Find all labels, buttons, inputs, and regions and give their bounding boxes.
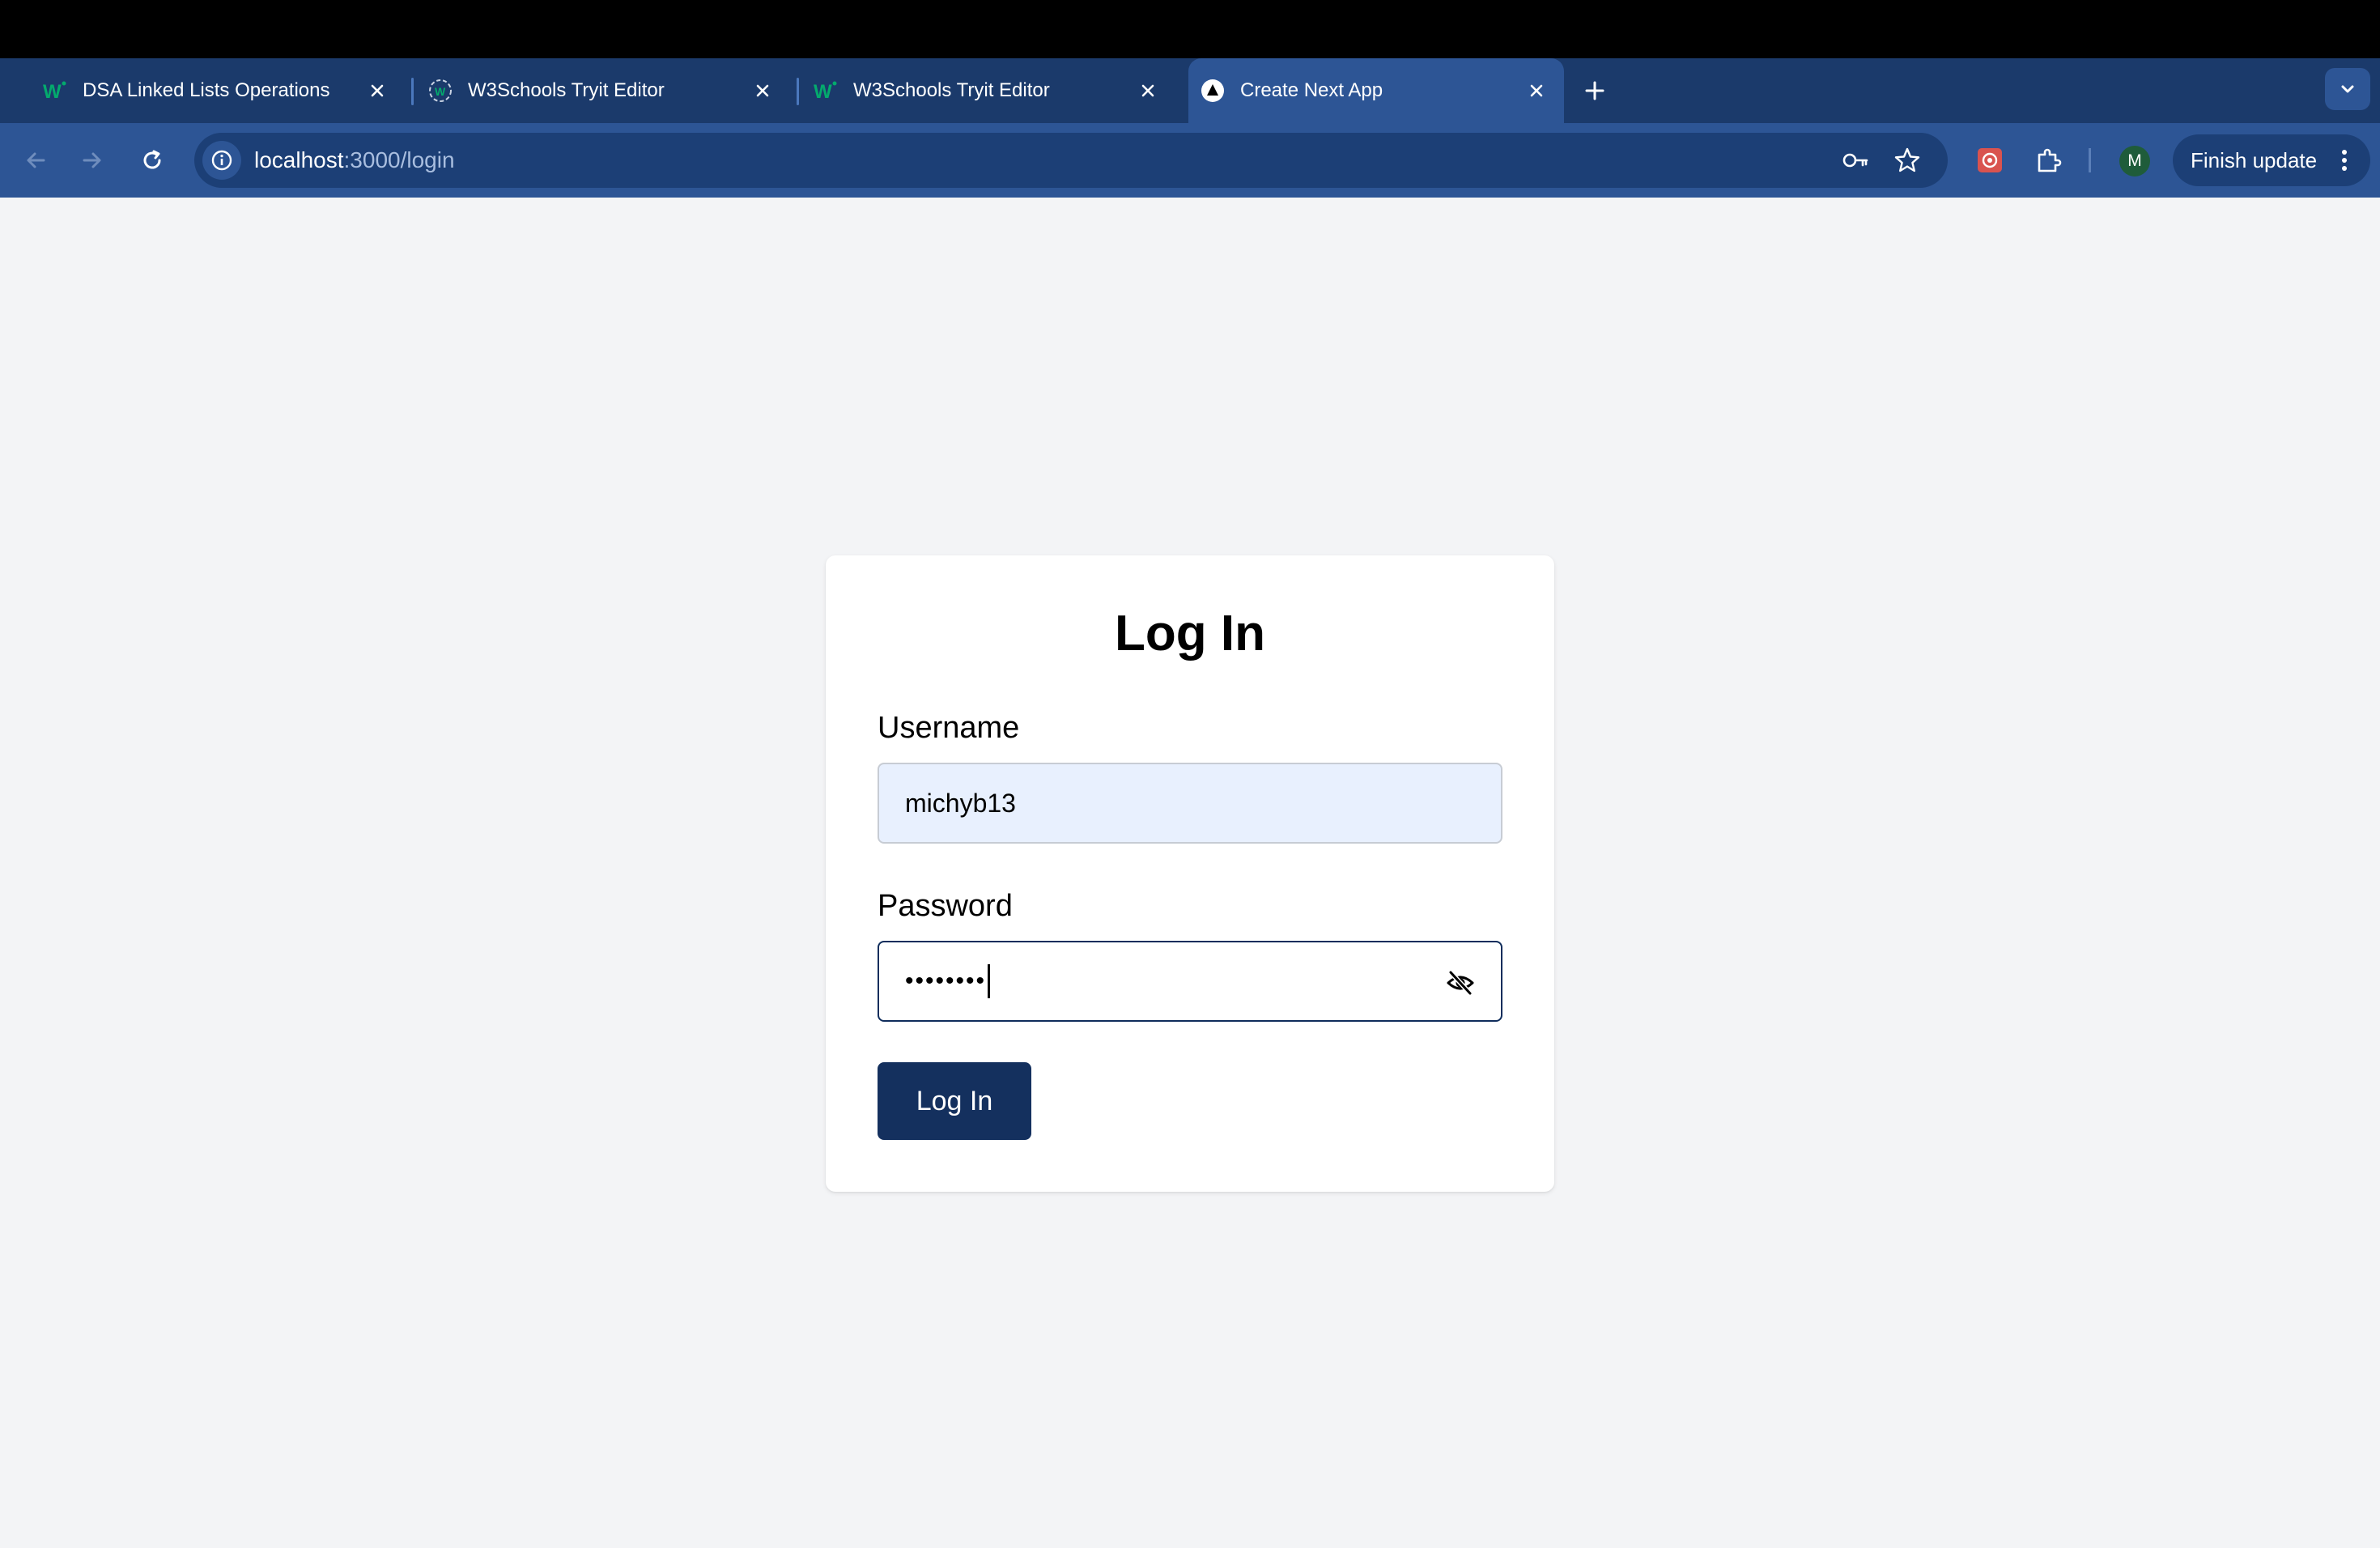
eye-off-icon[interactable] <box>1444 967 1477 999</box>
svg-text:W: W <box>814 81 832 103</box>
key-icon <box>1842 153 1868 168</box>
reload-button[interactable] <box>130 138 175 183</box>
new-tab-button[interactable] <box>1579 74 1611 107</box>
login-card: Log In Username michyb13 Password ••••••… <box>826 555 1554 1192</box>
profile-avatar[interactable]: M <box>2119 146 2150 176</box>
tab-search-button[interactable] <box>2325 68 2370 110</box>
close-icon[interactable] <box>1524 78 1549 104</box>
password-input[interactable]: •••••••• <box>878 941 1502 1022</box>
password-key-button[interactable] <box>1838 142 1873 178</box>
username-input[interactable]: michyb13 <box>878 763 1502 844</box>
plus-icon <box>1585 81 1604 100</box>
w3schools-icon: W <box>813 78 839 104</box>
username-value: michyb13 <box>905 788 1016 818</box>
kebab-menu-icon[interactable] <box>2330 146 2359 175</box>
page-title: Log In <box>1115 606 1265 661</box>
url-host: localhost <box>254 147 344 172</box>
back-button[interactable] <box>13 138 58 183</box>
password-value: •••••••• <box>905 968 987 994</box>
tab-strip: W DSA Linked Lists Operations W W3School… <box>0 58 2380 123</box>
reload-icon <box>143 150 161 169</box>
forward-button[interactable] <box>70 138 115 183</box>
extension-app-icon <box>1978 148 2002 172</box>
tab-title: DSA Linked Lists Operations <box>83 79 330 101</box>
username-label: Username <box>878 711 1020 745</box>
extension-button[interactable] <box>1972 142 2008 178</box>
arrow-left-icon <box>27 152 45 168</box>
arrow-right-icon <box>83 152 101 168</box>
site-info-button[interactable] <box>202 141 241 180</box>
text-caret <box>988 964 991 998</box>
svg-text:W: W <box>43 81 62 103</box>
menu-bar <box>0 0 2380 58</box>
finish-update-button[interactable]: Finish update <box>2173 134 2370 186</box>
chevron-down-icon <box>2341 85 2354 93</box>
tab-w3schools-tryit-1[interactable]: W W3Schools Tryit Editor <box>385 58 797 123</box>
tab-title: W3Schools Tryit Editor <box>853 79 1050 101</box>
w3schools-icon: W <box>42 78 68 104</box>
url-path: :3000/login <box>343 147 455 172</box>
url-text: localhost:3000/login <box>254 133 455 188</box>
tab-create-next-app[interactable]: Create Next App <box>1188 58 1564 123</box>
star-icon <box>1894 147 1920 172</box>
w3schools-tryit-icon: W <box>427 78 453 104</box>
address-bar[interactable]: localhost:3000/login <box>194 133 1948 188</box>
info-icon <box>211 150 232 171</box>
tab-w3schools-tryit-2[interactable]: W W3Schools Tryit Editor <box>771 58 1182 123</box>
bookmark-star-button[interactable] <box>1889 142 1925 178</box>
tab-dsa-linked-lists[interactable]: W DSA Linked Lists Operations <box>0 58 411 123</box>
tab-title: W3Schools Tryit Editor <box>468 79 665 101</box>
password-label: Password <box>878 889 1013 923</box>
finish-update-label: Finish update <box>2191 147 2318 172</box>
login-button[interactable]: Log In <box>878 1062 1031 1140</box>
puzzle-icon <box>2038 148 2062 172</box>
extensions-menu-button[interactable] <box>2030 142 2066 178</box>
toolbar-divider <box>2089 148 2091 172</box>
nextjs-icon <box>1200 78 1226 104</box>
svg-text:W: W <box>435 85 446 98</box>
close-icon[interactable] <box>1135 78 1161 104</box>
tab-title: Create Next App <box>1240 79 1383 101</box>
